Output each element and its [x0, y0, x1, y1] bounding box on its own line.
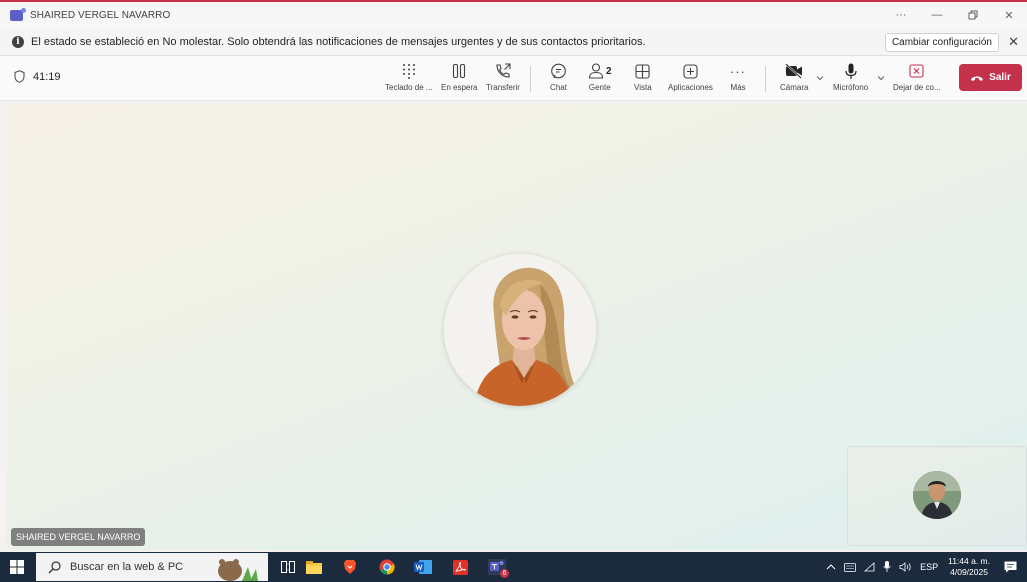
more-label: Más: [730, 83, 746, 92]
windows-start-icon[interactable]: [10, 560, 24, 574]
chevron-up-icon[interactable]: [826, 564, 836, 570]
people-count: 2: [606, 65, 612, 77]
window-controls: ··· — ✕: [883, 2, 1027, 28]
microphone-icon: [844, 60, 858, 82]
notification-bar: i El estado se estableció en No molestar…: [0, 28, 1027, 56]
system-tray: ESP 11:44 a. m. 4/09/2025: [822, 552, 1027, 582]
notification-text: El estado se estableció en No molestar. …: [31, 35, 646, 48]
mic-button[interactable]: Micrófono: [833, 60, 868, 98]
leave-label: Salir: [989, 72, 1011, 83]
camera-off-icon: [785, 60, 803, 82]
teams-icon: [10, 7, 26, 21]
window-title: SHAIRED VERGEL NAVARRO: [30, 9, 171, 21]
people-button[interactable]: 2 Gente: [588, 60, 612, 98]
more-button[interactable]: ··· Más: [730, 60, 746, 98]
more-options-icon[interactable]: ···: [883, 2, 919, 28]
participant-name-tag: SHAIRED VERGEL NAVARRO: [11, 528, 146, 546]
apps-button[interactable]: Aplicaciones: [668, 60, 713, 98]
hold-label: En espera: [441, 83, 478, 92]
dialpad-icon: [401, 60, 417, 82]
volume-icon[interactable]: [899, 562, 912, 572]
notifications-icon[interactable]: [1004, 561, 1017, 573]
search-icon: [48, 560, 61, 573]
stop-sharing-button[interactable]: Dejar de co...: [893, 60, 941, 98]
teams-taskbar-icon[interactable]: 6: [487, 557, 509, 578]
toolbar-divider: [530, 66, 531, 92]
hang-up-icon: [971, 76, 984, 81]
microphone-tray-icon[interactable]: [883, 561, 891, 573]
stop-sharing-label: Dejar de co...: [893, 83, 941, 92]
hold-button[interactable]: En espera: [441, 60, 477, 98]
more-icon: ···: [730, 63, 746, 79]
view-label: Vista: [634, 83, 652, 92]
view-button[interactable]: Vista: [634, 60, 652, 98]
apps-label: Aplicaciones: [668, 83, 713, 92]
teams-notification-badge: 6: [500, 569, 509, 578]
language-indicator[interactable]: ESP: [920, 562, 938, 572]
stop-share-icon: [909, 60, 924, 82]
participant-avatar[interactable]: [444, 254, 596, 406]
chrome-icon[interactable]: [377, 557, 397, 577]
camera-options-chevron-icon[interactable]: [816, 74, 824, 82]
chat-button[interactable]: Chat: [550, 60, 567, 98]
grid-view-icon: [635, 60, 650, 82]
restore-button[interactable]: [955, 2, 991, 28]
camera-button[interactable]: Cámara: [780, 60, 808, 98]
change-settings-button[interactable]: Cambiar configuración: [884, 33, 999, 52]
mic-label: Micrófono: [833, 83, 869, 92]
people-icon: 2: [588, 60, 612, 82]
timer-text: 41:19: [33, 70, 61, 83]
toolbar-divider: [765, 66, 766, 92]
taskbar-clock[interactable]: 11:44 a. m. 4/09/2025: [948, 556, 990, 578]
chat-label: Chat: [550, 83, 567, 92]
minimize-button[interactable]: —: [919, 2, 955, 28]
transfer-button[interactable]: Transferir: [486, 60, 520, 98]
onscreen-keyboard-icon[interactable]: [844, 562, 856, 572]
dialpad-label: Teclado de ...: [385, 83, 433, 92]
clock-date: 4/09/2025: [950, 567, 988, 577]
acrobat-icon[interactable]: [450, 557, 470, 577]
pause-icon: [451, 60, 467, 82]
windows-taskbar: Buscar en la web & PC 6 ESP 11:44 a. m. …: [0, 552, 1027, 582]
word-icon[interactable]: [413, 557, 433, 577]
meeting-stage: SHAIRED VERGEL NAVARRO: [7, 104, 1027, 550]
network-icon[interactable]: [864, 562, 875, 572]
transfer-label: Transferir: [486, 83, 520, 92]
camera-label: Cámara: [780, 83, 809, 92]
mic-options-chevron-icon[interactable]: [877, 74, 885, 82]
self-avatar: [913, 471, 961, 519]
shield-icon: [14, 70, 25, 83]
leave-button[interactable]: Salir: [959, 64, 1022, 91]
people-label: Gente: [588, 83, 611, 92]
meeting-timer: 41:19: [14, 70, 61, 83]
file-explorer-icon[interactable]: [304, 557, 324, 577]
taskbar-search-box[interactable]: Buscar en la web & PC: [36, 553, 268, 581]
search-placeholder: Buscar en la web & PC: [70, 561, 184, 573]
info-icon: i: [12, 35, 24, 48]
self-view-tile[interactable]: [847, 446, 1027, 546]
close-notification-icon[interactable]: ✕: [1008, 34, 1019, 50]
task-view-icon[interactable]: [278, 557, 298, 577]
title-bar: SHAIRED VERGEL NAVARRO ··· — ✕: [0, 0, 1027, 28]
phone-transfer-icon: [494, 60, 512, 82]
add-app-icon: [683, 60, 698, 82]
meeting-toolbar: 41:19 Teclado de ... En espera Transferi…: [0, 56, 1027, 101]
clock-time: 11:44 a. m.: [948, 556, 990, 566]
chat-icon: [550, 60, 567, 82]
close-button[interactable]: ✕: [991, 2, 1027, 28]
dialpad-button[interactable]: Teclado de ...: [385, 60, 433, 98]
brave-browser-icon[interactable]: [340, 557, 360, 577]
search-highlight-image-icon: [218, 559, 258, 581]
